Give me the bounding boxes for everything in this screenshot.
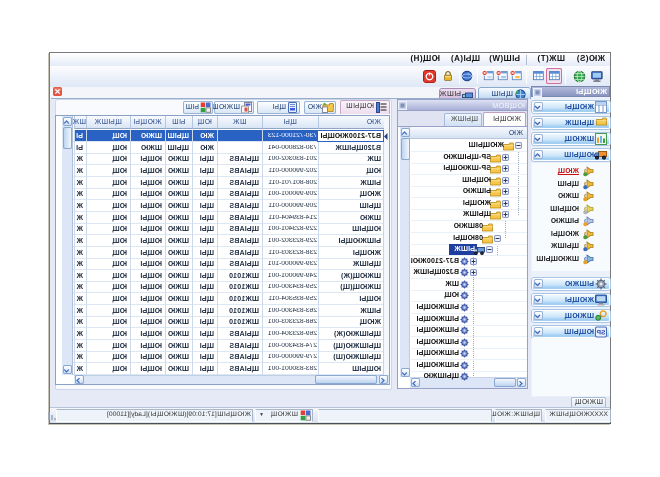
svg-text:SP: SP: [596, 330, 605, 337]
